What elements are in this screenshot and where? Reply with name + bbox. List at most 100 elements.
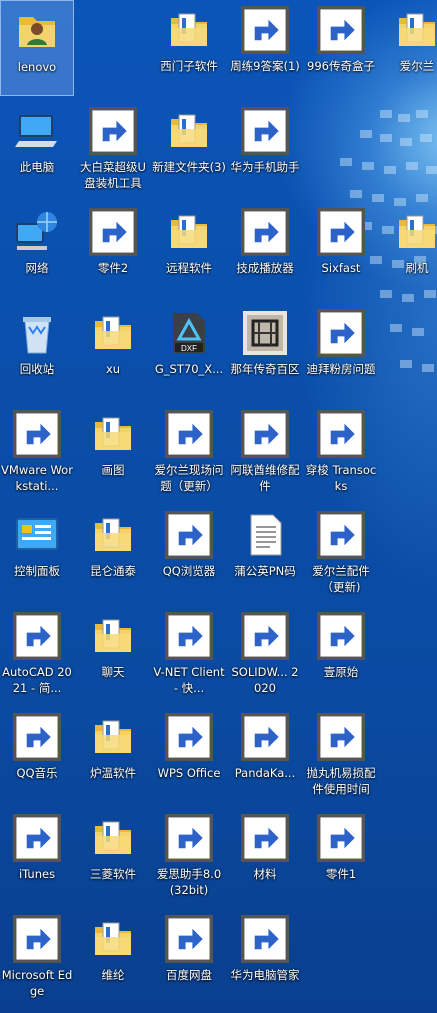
folder-icon <box>89 612 137 660</box>
desktop-icon[interactable]: S 材料 <box>228 808 302 904</box>
desktop-icon-label: 远程软件 <box>166 261 212 275</box>
shortcut-arrow-icon <box>317 6 365 54</box>
shortcut-arrow-icon <box>241 107 289 155</box>
desktop-icon[interactable]: xu <box>76 303 150 399</box>
user-folder-icon <box>13 7 61 55</box>
desktop-icon[interactable]: DXF G_ST70_X... <box>152 303 226 399</box>
huawei-hisuite-icon <box>241 107 289 155</box>
desktop-icon-label: PandaKa... <box>234 766 296 780</box>
folder-icon <box>89 814 137 862</box>
desktop-icon[interactable]: 此电脑 <box>0 101 74 197</box>
desktop-icon[interactable]: 华为手机助手 <box>228 101 302 197</box>
desktop-icon[interactable]: 那年传奇百区 <box>228 303 302 399</box>
desktop-icon-label: 迪拜粉房问题 <box>306 362 376 376</box>
desktop-icon-label: VMware Workstati... <box>1 463 73 493</box>
desktop-icon-label: 华为手机助手 <box>230 160 300 174</box>
desktop-icon[interactable]: 壹原始 <box>304 606 378 702</box>
desktop-icon[interactable]: iTunes <box>0 808 74 904</box>
shortcut-arrow-icon <box>241 814 289 862</box>
desktop-icon[interactable]: 大白菜超级U盘装机工具 <box>76 101 150 197</box>
desktop-icon[interactable]: 三菱软件 <box>76 808 150 904</box>
desktop-icon[interactable]: 蒲公英PN码 <box>228 505 302 601</box>
desktop-icon[interactable]: Microsoft Edge <box>0 909 74 1005</box>
wps-writer-icon: W <box>317 309 365 357</box>
shortcut-arrow-icon <box>13 915 61 963</box>
desktop-icon-label: 控制面板 <box>14 564 60 578</box>
shortcut-arrow-icon <box>317 814 365 862</box>
desktop-icon-label: 那年传奇百区 <box>230 362 300 376</box>
desktop-icon[interactable]: 爱尔兰 <box>380 0 437 96</box>
shortcut-arrow-icon <box>317 511 365 559</box>
folder-icon <box>89 713 137 761</box>
desktop-icon[interactable]: 西门子软件 <box>152 0 226 96</box>
desktop-icon[interactable]: SW 零件2 <box>76 202 150 298</box>
desktop-icon[interactable]: PandaKa... <box>228 707 302 803</box>
desktop-icon[interactable]: 华为电脑管家 <box>228 909 302 1005</box>
desktop-icon[interactable]: SW2020 SOLIDW... 2020 <box>228 606 302 702</box>
desktop-icon[interactable]: 远程软件 <box>152 202 226 298</box>
qq-browser-icon <box>165 511 213 559</box>
desktop-icon[interactable]: 画图 <box>76 404 150 500</box>
desktop-icon-label: 零件2 <box>97 261 129 275</box>
desktop-icon[interactable]: S 爱尔兰配件（更新) <box>304 505 378 601</box>
desktop-icon[interactable]: W 周练9答案(1) <box>228 0 302 96</box>
edge-icon <box>13 915 61 963</box>
desktop-icon[interactable]: lenovo <box>0 0 74 96</box>
control-panel-icon <box>13 511 61 559</box>
shortcut-arrow-icon <box>317 612 365 660</box>
desktop-icon-label: 回收站 <box>19 362 55 376</box>
shortcut-arrow-icon <box>241 410 289 458</box>
desktop-icon[interactable]: 穿梭 Transocks <box>304 404 378 500</box>
game-banner-icon <box>317 612 365 660</box>
desktop-icon[interactable]: 新建文件夹(3) <box>152 101 226 197</box>
wps-sheet-icon: S <box>317 713 365 761</box>
desktop-icon-label: 百度网盘 <box>166 968 212 982</box>
shortcut-arrow-icon <box>13 713 61 761</box>
desktop-icon-label: 996传奇盒子 <box>307 59 375 73</box>
desktop-icon[interactable]: AutoCAD 2021 - 简... <box>0 606 74 702</box>
desktop-icon-label: 聊天 <box>101 665 125 679</box>
desktop-icon[interactable]: 昆仑通泰 <box>76 505 150 601</box>
desktop-icon-label: V-NET Client - 快... <box>153 665 225 695</box>
desktop-icon[interactable]: 控制面板 <box>0 505 74 601</box>
desktop-icon[interactable]: 回收站 <box>0 303 74 399</box>
shortcut-arrow-icon <box>241 208 289 256</box>
desktop-icon[interactable]: W 爱尔兰现场问题（更新） <box>152 404 226 500</box>
desktop-icon-label: 刷机 <box>405 261 429 275</box>
desktop-icon[interactable]: WPS Office <box>152 707 226 803</box>
desktop-icon[interactable]: iU 爱思助手8.0(32bit) <box>152 808 226 904</box>
desktop-icon[interactable]: V-NET Client - 快... <box>152 606 226 702</box>
shortcut-arrow-icon <box>89 107 137 155</box>
shortcut-arrow-icon <box>317 208 365 256</box>
desktop-icon-label: G_ST70_X... <box>154 362 224 376</box>
desktop-icon-label: 三菱软件 <box>90 867 136 881</box>
sixfast-icon: 6 <box>317 208 365 256</box>
transocks-icon <box>317 410 365 458</box>
shortcut-arrow-icon <box>317 309 365 357</box>
desktop-icon[interactable]: SW 零件1 <box>304 808 378 904</box>
desktop-icon[interactable]: 维纶 <box>76 909 150 1005</box>
desktop-icon[interactable]: 聊天 <box>76 606 150 702</box>
desktop-icon[interactable]: 技成播放器 <box>228 202 302 298</box>
player-icon <box>241 208 289 256</box>
desktop-icon[interactable]: 百度网盘 <box>152 909 226 1005</box>
desktop-icon[interactable]: W 迪拜粉房问题 <box>304 303 378 399</box>
desktop-icon-label: 新建文件夹(3) <box>152 160 226 174</box>
desktop-icon[interactable]: 网络 <box>0 202 74 298</box>
desktop-icon[interactable]: 炉温软件 <box>76 707 150 803</box>
desktop-icon[interactable]: 996传奇盒子 <box>304 0 378 96</box>
desktop-icon-label: 华为电脑管家 <box>230 968 300 982</box>
desktop-icon-label: Sixfast <box>321 261 361 275</box>
desktop-icon[interactable]: 刷机 <box>380 202 437 298</box>
shortcut-arrow-icon <box>165 814 213 862</box>
shortcut-arrow-icon <box>89 208 137 256</box>
desktop-icon[interactable]: S 抛丸机易损配件使用时间 <box>304 707 378 803</box>
desktop-icon[interactable]: S 阿联酋维修配件 <box>228 404 302 500</box>
desktop-icon[interactable]: QQ浏览器 <box>152 505 226 601</box>
desktop-icon-label: 壹原始 <box>323 665 359 679</box>
desktop-icon[interactable]: QQ音乐 <box>0 707 74 803</box>
svg-text:DXF: DXF <box>181 344 197 353</box>
desktop-icon-label: 穿梭 Transocks <box>305 463 377 493</box>
desktop-icon[interactable]: VMware Workstati... <box>0 404 74 500</box>
desktop-icon[interactable]: 6 Sixfast <box>304 202 378 298</box>
